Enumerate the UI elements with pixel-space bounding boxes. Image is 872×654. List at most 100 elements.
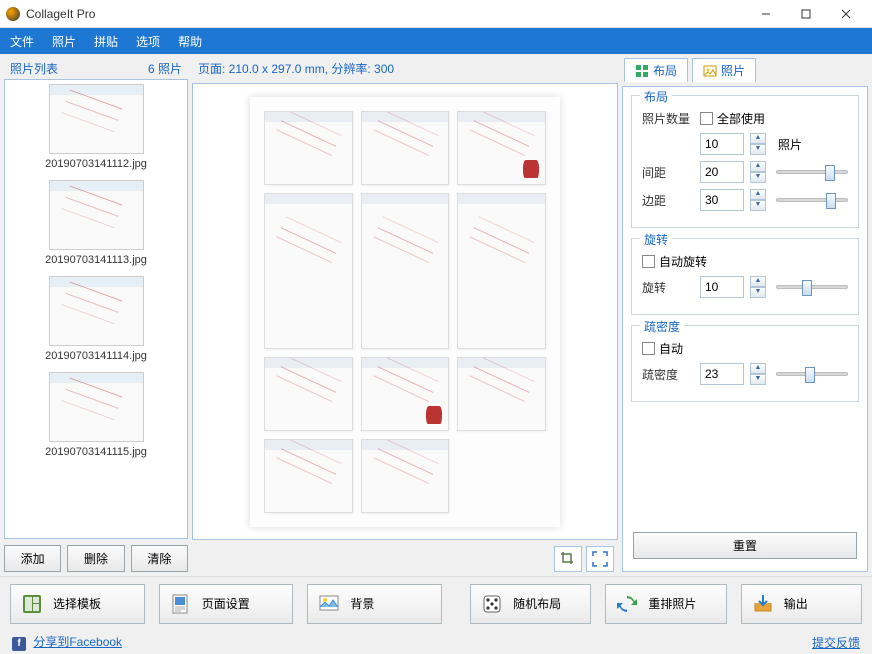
checkbox-box[interactable] <box>700 112 713 125</box>
canvas-area[interactable] <box>192 83 618 540</box>
menu-collage[interactable]: 拼贴 <box>94 33 118 50</box>
page-setup-button[interactable]: 页面设置 <box>159 584 294 624</box>
settings-panel: 布局 照片 布局 照片数量 全部使用 ▲▼ <box>622 58 868 572</box>
photo-thumb[interactable] <box>49 180 144 250</box>
rotate-label: 旋转 <box>642 279 694 296</box>
sparse-group-title: 疏密度 <box>640 318 684 335</box>
photo-list[interactable]: 20190703141112.jpg 20190703141113.jpg 20… <box>4 79 188 539</box>
collage-cell[interactable] <box>361 111 450 185</box>
spacing-input[interactable] <box>700 161 744 183</box>
rotate-spinner[interactable]: ▲▼ <box>750 276 766 298</box>
clear-button[interactable]: 清除 <box>131 545 188 572</box>
share-label[interactable]: 分享到Facebook <box>33 635 122 649</box>
page-setup-label: 页面设置 <box>202 595 250 612</box>
collage-cell[interactable] <box>361 439 450 513</box>
close-button[interactable] <box>826 0 866 28</box>
photo-thumb[interactable] <box>49 84 144 154</box>
select-template-button[interactable]: 选择模板 <box>10 584 145 624</box>
rotate-input[interactable] <box>700 276 744 298</box>
app-icon <box>6 7 20 21</box>
spacing-label: 间距 <box>642 164 694 181</box>
dice-icon <box>481 593 503 615</box>
add-button[interactable]: 添加 <box>4 545 61 572</box>
photo-count-input[interactable] <box>700 133 744 155</box>
page-icon <box>170 593 192 615</box>
db-icon <box>523 160 539 178</box>
collage-cell[interactable] <box>264 439 353 513</box>
export-button[interactable]: 输出 <box>741 584 862 624</box>
photo-list-panel: 照片列表 6 照片 20190703141112.jpg 20190703141… <box>4 58 188 572</box>
count-unit: 照片 <box>778 136 802 153</box>
auto-sparse-label: 自动 <box>659 340 683 357</box>
tab-layout[interactable]: 布局 <box>624 58 688 82</box>
page-info: 页面: 210.0 x 297.0 mm, 分辨率: 300 <box>192 58 618 83</box>
background-label: 背景 <box>350 595 374 612</box>
auto-sparse-checkbox[interactable]: 自动 <box>642 340 683 357</box>
spacing-slider[interactable] <box>776 163 848 181</box>
background-button[interactable]: 背景 <box>307 584 442 624</box>
auto-rotate-checkbox[interactable]: 自动旋转 <box>642 253 707 270</box>
template-icon <box>21 593 43 615</box>
photo-list-item[interactable]: 20190703141112.jpg <box>5 80 187 176</box>
menu-options[interactable]: 选项 <box>136 33 160 50</box>
maximize-button[interactable] <box>786 0 826 28</box>
export-label: 输出 <box>784 595 808 612</box>
feedback-link[interactable]: 提交反馈 <box>812 634 860 651</box>
photo-count: 6 照片 <box>148 60 182 77</box>
collage-cell[interactable] <box>361 193 450 349</box>
title-bar: CollageIt Pro <box>0 0 872 28</box>
collage-cell[interactable] <box>457 111 546 185</box>
background-icon <box>318 593 340 615</box>
tab-layout-label: 布局 <box>653 62 677 79</box>
menu-bar: 文件 照片 拼贴 选项 帮助 <box>0 28 872 54</box>
footer: f 分享到Facebook 提交反馈 <box>0 630 872 654</box>
template-label: 选择模板 <box>53 595 101 612</box>
margin-slider[interactable] <box>776 191 848 209</box>
rotate-group: 旋转 自动旋转 旋转 ▲▼ <box>631 238 859 315</box>
photo-thumb[interactable] <box>49 372 144 442</box>
photo-list-item[interactable]: 20190703141114.jpg <box>5 272 187 368</box>
minimize-button[interactable] <box>746 0 786 28</box>
db-icon <box>426 406 442 424</box>
margin-input[interactable] <box>700 189 744 211</box>
photo-thumb[interactable] <box>49 276 144 346</box>
rearrange-button[interactable]: 重排照片 <box>605 584 726 624</box>
collage-cell[interactable] <box>361 357 450 431</box>
collage-cell[interactable] <box>264 111 353 185</box>
share-facebook-link[interactable]: f 分享到Facebook <box>12 633 122 651</box>
spacing-spinner[interactable]: ▲▼ <box>750 161 766 183</box>
collage-canvas[interactable] <box>250 97 560 527</box>
photo-count-spinner[interactable]: ▲▼ <box>750 133 766 155</box>
export-icon <box>752 593 774 615</box>
crop-tool-button[interactable] <box>554 546 582 572</box>
photo-list-title: 照片列表 <box>10 60 58 77</box>
collage-cell[interactable] <box>264 357 353 431</box>
checkbox-box[interactable] <box>642 342 655 355</box>
tab-photos-label: 照片 <box>721 62 745 79</box>
photo-list-item[interactable]: 20190703141113.jpg <box>5 176 187 272</box>
checkbox-box[interactable] <box>642 255 655 268</box>
use-all-checkbox[interactable]: 全部使用 <box>700 110 765 127</box>
reset-button[interactable]: 重置 <box>633 532 857 559</box>
margin-spinner[interactable]: ▲▼ <box>750 189 766 211</box>
tab-photos[interactable]: 照片 <box>692 58 756 82</box>
sparse-group: 疏密度 自动 疏密度 ▲▼ <box>631 325 859 402</box>
menu-photo[interactable]: 照片 <box>52 33 76 50</box>
delete-button[interactable]: 删除 <box>67 545 124 572</box>
menu-file[interactable]: 文件 <box>10 33 34 50</box>
sparse-spinner[interactable]: ▲▼ <box>750 363 766 385</box>
random-label: 随机布局 <box>513 595 561 612</box>
collage-cell[interactable] <box>264 193 353 349</box>
collage-cell[interactable] <box>457 193 546 349</box>
photo-list-item[interactable]: 20190703141115.jpg <box>5 368 187 464</box>
collage-cell[interactable] <box>457 357 546 431</box>
margin-label: 边距 <box>642 192 694 209</box>
sparse-input[interactable] <box>700 363 744 385</box>
fit-screen-button[interactable] <box>586 546 614 572</box>
rotate-slider[interactable] <box>776 278 848 296</box>
random-layout-button[interactable]: 随机布局 <box>470 584 591 624</box>
menu-help[interactable]: 帮助 <box>178 33 202 50</box>
use-all-label: 全部使用 <box>717 110 765 127</box>
auto-rotate-label: 自动旋转 <box>659 253 707 270</box>
sparse-slider[interactable] <box>776 365 848 383</box>
